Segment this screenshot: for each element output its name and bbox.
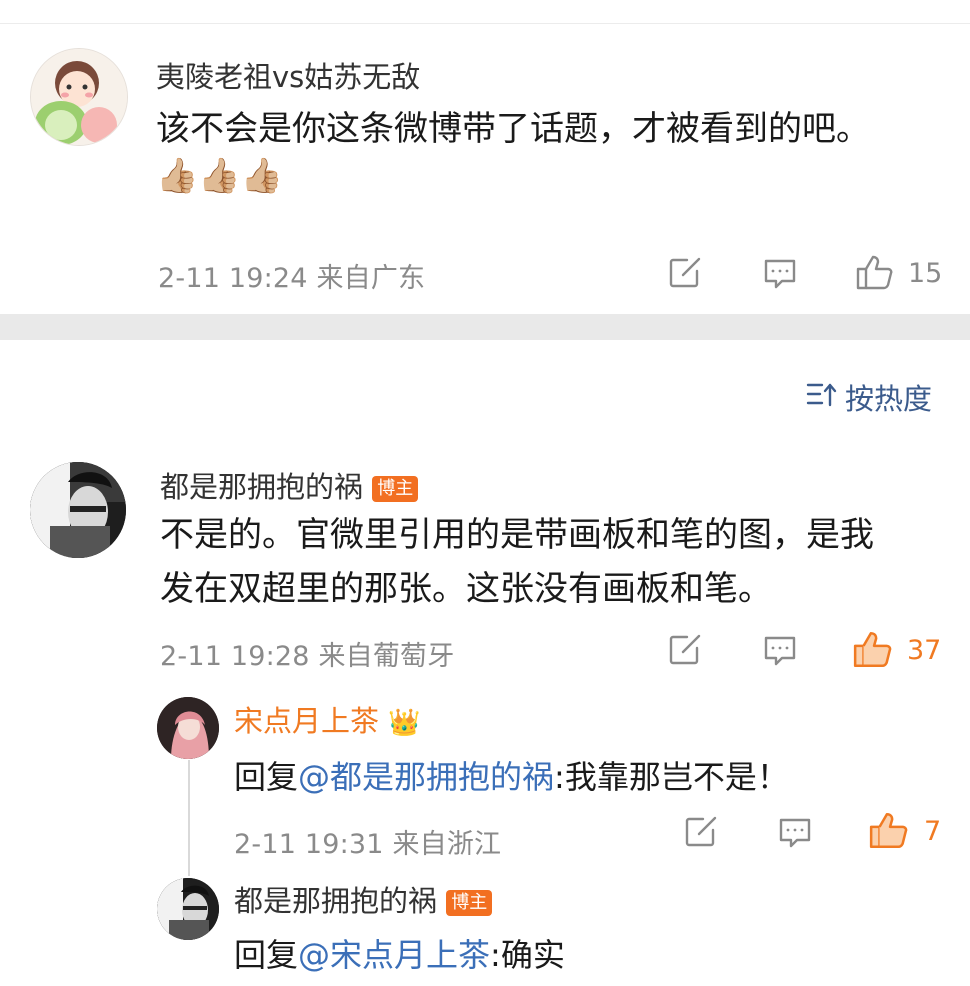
like-count: 15: [908, 258, 943, 289]
section-divider: [0, 314, 970, 340]
timestamp-location: 2-11 19:31 来自浙江: [234, 829, 502, 860]
mention-link[interactable]: @宋点月上茶: [298, 936, 490, 974]
share-icon[interactable]: [667, 632, 703, 668]
mention-link[interactable]: @都是那拥抱的祸: [298, 758, 554, 796]
avatar[interactable]: [30, 48, 128, 146]
thumbs-up-emoji: 👍🏼👍🏼👍🏼: [156, 156, 284, 196]
like-count: 37: [907, 635, 942, 666]
reply-body: :确实: [490, 936, 565, 974]
share-icon[interactable]: [667, 255, 703, 291]
author-badge: 博主: [446, 890, 493, 916]
avatar[interactable]: [157, 697, 219, 759]
share-icon[interactable]: [683, 814, 719, 850]
reply-prefix: 回复: [234, 936, 299, 974]
username-text: 都是那拥抱的祸: [160, 470, 364, 504]
avatar[interactable]: [30, 462, 126, 558]
comment-icon[interactable]: [762, 632, 798, 668]
comment-icon[interactable]: [762, 255, 798, 291]
reply-text: 回复@都是那拥抱的祸:我靠那岂不是！: [234, 752, 789, 798]
sort-by-hot[interactable]: 按热度: [845, 376, 932, 418]
comment-text: 该不会是你这条微博带了话题，才被看到的吧。: [156, 109, 870, 149]
username[interactable]: 都是那拥抱的祸 博主: [234, 878, 493, 920]
reply-text: 回复@宋点月上茶:确实: [234, 930, 565, 976]
timestamp-location: 2-11 19:28 来自葡萄牙: [160, 641, 455, 672]
reply-body: :我靠那岂不是！: [554, 758, 789, 796]
username[interactable]: 都是那拥抱的祸 博主: [160, 464, 419, 506]
like-count: 7: [924, 816, 942, 847]
username[interactable]: 宋点月上茶 👑: [234, 698, 421, 740]
username-text: 宋点月上茶: [234, 704, 380, 738]
top-divider: [0, 23, 970, 24]
comment-text-line1: 不是的。官微里引用的是带画板和笔的图，是我: [160, 515, 874, 555]
username-text: 都是那拥抱的祸: [234, 884, 438, 918]
sort-icon[interactable]: [806, 380, 838, 408]
like-icon-active[interactable]: [852, 629, 894, 669]
like-icon[interactable]: [855, 253, 895, 291]
avatar[interactable]: [157, 878, 219, 940]
username[interactable]: 夷陵老祖vs姑苏无敌: [156, 54, 420, 96]
author-badge: 博主: [372, 476, 419, 502]
comment-text-line2: 发在双超里的那张。这张没有画板和笔。: [160, 569, 772, 609]
reply-thread-line: [188, 760, 190, 876]
timestamp-location: 2-11 19:24 来自广东: [158, 263, 426, 294]
like-icon-active[interactable]: [868, 810, 910, 850]
crown-icon: 👑: [388, 708, 421, 738]
comment-icon[interactable]: [777, 814, 813, 850]
reply-prefix: 回复: [234, 758, 299, 796]
